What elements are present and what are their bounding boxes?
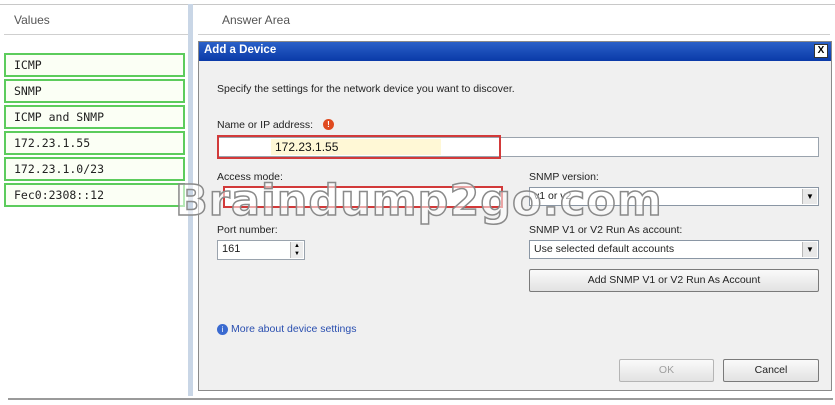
name-label: Name or IP address: xyxy=(217,119,314,131)
add-runas-button[interactable]: Add SNMP V1 or V2 Run As Account xyxy=(529,269,819,292)
snmp-version-value: v1 or v2 xyxy=(534,190,572,202)
dialog-title-bar: Add a Device X xyxy=(199,42,831,61)
access-mode-label: Access mode: xyxy=(217,171,283,183)
top-rule xyxy=(0,4,835,5)
close-icon[interactable]: X xyxy=(814,44,828,58)
access-mode-answer-box[interactable] xyxy=(223,186,503,208)
values-header-rule xyxy=(4,34,188,35)
values-header: Values xyxy=(14,13,50,27)
value-item-icmp[interactable]: ICMP xyxy=(4,53,185,77)
name-value: 172.23.1.55 xyxy=(275,140,339,154)
value-item-icmp-and-snmp[interactable]: ICMP and SNMP xyxy=(4,105,185,129)
value-item-ip-subnet[interactable]: 172.23.1.0/23 xyxy=(4,157,185,181)
spin-down-icon[interactable]: ▼ xyxy=(291,250,303,258)
bottom-rule xyxy=(8,398,833,400)
port-stepper[interactable]: 161 ▲ ▼ xyxy=(217,240,305,260)
add-device-dialog: Add a Device X Specify the settings for … xyxy=(198,41,832,391)
name-answer-box[interactable]: 172.23.1.55 xyxy=(217,135,501,159)
pane-divider[interactable] xyxy=(188,4,193,396)
dialog-instruction: Specify the settings for the network dev… xyxy=(217,83,515,95)
cancel-button[interactable]: Cancel xyxy=(723,359,819,382)
runas-select[interactable]: Use selected default accounts ▼ xyxy=(529,240,819,259)
value-item-ip-single[interactable]: 172.23.1.55 xyxy=(4,131,185,155)
chevron-down-icon: ▼ xyxy=(802,242,817,257)
snmp-version-label: SNMP version: xyxy=(529,171,599,183)
chevron-down-icon: ▼ xyxy=(802,189,817,204)
value-item-ipv6[interactable]: Fec0:2308::12 xyxy=(4,183,185,207)
ok-button[interactable]: OK xyxy=(619,359,714,382)
info-icon: i xyxy=(217,323,228,335)
answer-header-rule xyxy=(198,34,830,35)
dialog-title: Add a Device xyxy=(204,44,277,56)
answer-area-header: Answer Area xyxy=(222,13,291,27)
error-icon: ! xyxy=(323,119,334,130)
runas-value: Use selected default accounts xyxy=(534,243,675,255)
more-about-link-text: More about device settings xyxy=(231,323,357,335)
runas-label: SNMP V1 or V2 Run As account: xyxy=(529,224,683,236)
value-item-snmp[interactable]: SNMP xyxy=(4,79,185,103)
port-label: Port number: xyxy=(217,224,278,236)
port-value: 161 xyxy=(222,243,241,255)
spin-up-icon[interactable]: ▲ xyxy=(291,242,303,250)
snmp-version-select[interactable]: v1 or v2 ▼ xyxy=(529,187,819,206)
more-about-link[interactable]: i More about device settings xyxy=(217,323,357,335)
spin-buttons[interactable]: ▲ ▼ xyxy=(290,242,303,258)
